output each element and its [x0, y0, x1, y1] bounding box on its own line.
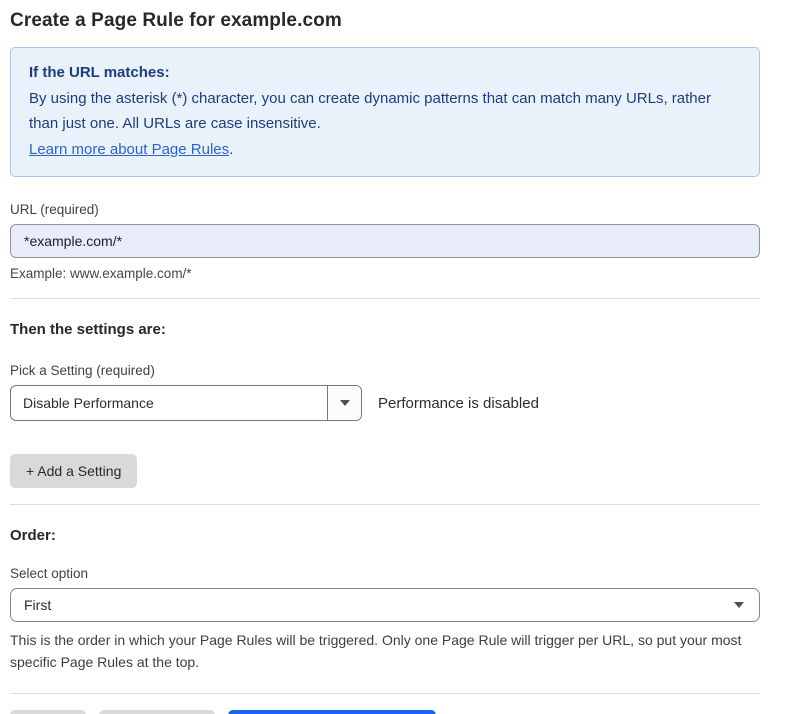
add-setting-button[interactable]: + Add a Setting — [10, 454, 137, 488]
save-and-deploy-button[interactable]: Save and Deploy Page Rule — [228, 710, 436, 714]
order-select-label: Select option — [10, 566, 760, 581]
divider — [10, 504, 760, 505]
page-rule-form: Create a Page Rule for example.com If th… — [0, 0, 790, 714]
cancel-button[interactable]: Cancel — [10, 710, 86, 714]
order-select-value: First — [24, 597, 51, 613]
divider — [10, 298, 760, 299]
pick-setting-label: Pick a Setting (required) — [10, 363, 760, 378]
order-select[interactable]: First — [10, 588, 760, 622]
setting-status-text: Performance is disabled — [378, 395, 539, 412]
info-box-body: By using the asterisk (*) character, you… — [29, 86, 741, 137]
save-as-draft-button[interactable]: Save as Draft — [99, 710, 216, 714]
url-example-text: Example: www.example.com/* — [10, 266, 760, 281]
order-section-heading: Order: — [10, 527, 760, 544]
page-title: Create a Page Rule for example.com — [10, 10, 760, 32]
setting-row: Disable Performance Performance is disab… — [10, 385, 760, 421]
url-match-info-box: If the URL matches: By using the asteris… — [10, 47, 760, 177]
caret-down-icon — [340, 400, 350, 406]
info-box-link-line: Learn more about Page Rules. — [29, 137, 741, 163]
link-suffix: . — [229, 141, 233, 158]
url-label: URL (required) — [10, 202, 760, 217]
caret-down-icon — [734, 602, 744, 608]
order-help-text: This is the order in which your Page Rul… — [10, 629, 760, 674]
setting-dropdown-arrow-button[interactable] — [327, 386, 361, 420]
divider — [10, 693, 760, 694]
learn-more-link[interactable]: Learn more about Page Rules — [29, 141, 229, 158]
url-input[interactable] — [10, 224, 760, 258]
info-box-heading: If the URL matches: — [29, 60, 741, 86]
footer-actions: Cancel Save as Draft Save and Deploy Pag… — [10, 710, 760, 714]
settings-section-heading: Then the settings are: — [10, 321, 760, 338]
setting-dropdown[interactable]: Disable Performance — [10, 385, 362, 421]
setting-dropdown-value: Disable Performance — [11, 386, 327, 420]
